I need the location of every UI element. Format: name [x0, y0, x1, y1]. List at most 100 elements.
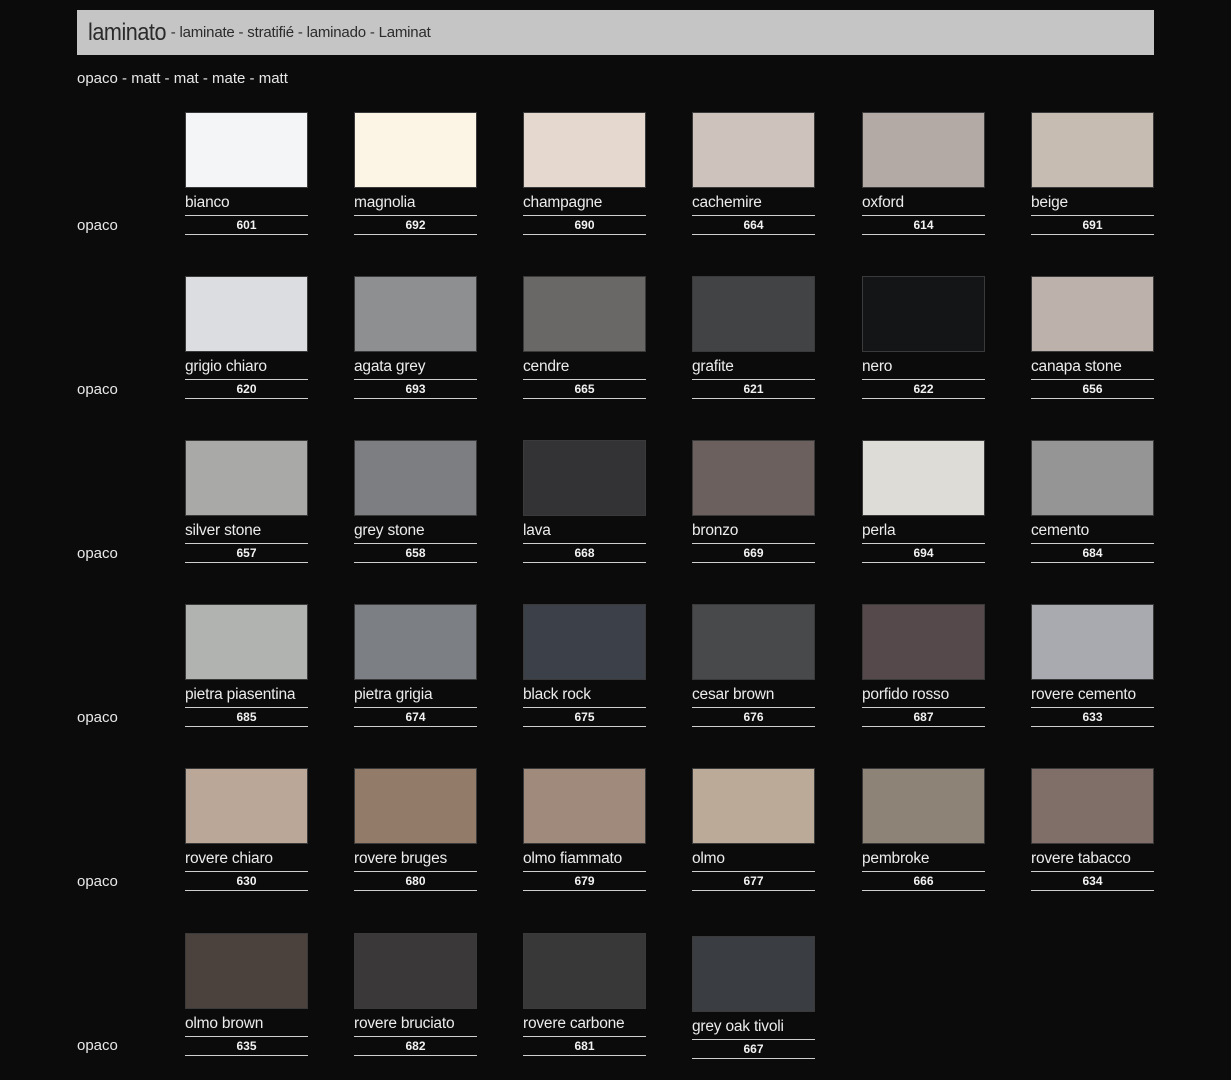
swatch-card: rovere chiaro 630 [185, 768, 308, 891]
swatch-code: 658 [354, 544, 477, 563]
swatch-card: rovere bruges 680 [354, 768, 477, 891]
swatch-chip [692, 276, 815, 352]
swatch-card: lava 668 [523, 440, 646, 563]
swatch-card: grigio chiaro 620 [185, 276, 308, 399]
swatch-chip [185, 933, 308, 1009]
swatch-card: perla 694 [862, 440, 985, 563]
header-subtitle: - laminate - stratifié - laminado - Lami… [170, 24, 431, 41]
swatch-code: 620 [185, 380, 308, 399]
swatch-name: grafite [692, 357, 815, 380]
swatch-code: 690 [523, 216, 646, 235]
swatch-card: olmo fiammato 679 [523, 768, 646, 891]
swatch-chip [523, 933, 646, 1009]
row-label: opaco [77, 1037, 118, 1054]
swatch-chip [185, 276, 308, 352]
swatch-card: silver stone 657 [185, 440, 308, 563]
swatch-code: 692 [354, 216, 477, 235]
swatch-card: cendre 665 [523, 276, 646, 399]
swatch-card: grafite 621 [692, 276, 815, 399]
swatch-card: rovere tabacco 634 [1031, 768, 1154, 891]
swatch-name: cesar brown [692, 685, 815, 708]
header-title: laminato [88, 18, 167, 46]
swatch-card: olmo brown 635 [185, 933, 308, 1056]
swatch-name: black rock [523, 685, 646, 708]
swatch-code: 633 [1031, 708, 1154, 727]
swatch-chip [862, 604, 985, 680]
swatch-code: 666 [862, 872, 985, 891]
swatch-chip [523, 604, 646, 680]
swatch-chip [862, 112, 985, 188]
section-header: laminato - laminate - stratifié - lamina… [77, 10, 1154, 55]
swatch-chip [1031, 440, 1154, 516]
swatch-chip [523, 768, 646, 844]
swatch-code: 680 [354, 872, 477, 891]
swatch-card: canapa stone 656 [1031, 276, 1154, 399]
swatch-code: 681 [523, 1037, 646, 1056]
swatch-name: rovere chiaro [185, 849, 308, 872]
swatch-card: cachemire 664 [692, 112, 815, 235]
swatch-code: 665 [523, 380, 646, 399]
swatch-code: 674 [354, 708, 477, 727]
swatch-chip [354, 768, 477, 844]
swatch-code: 621 [692, 380, 815, 399]
swatch-card: pembroke 666 [862, 768, 985, 891]
swatch-name: grey oak tivoli [692, 1017, 815, 1040]
swatch-name: rovere bruges [354, 849, 477, 872]
swatch-card: pietra grigia 674 [354, 604, 477, 727]
swatch-name: silver stone [185, 521, 308, 544]
swatch-code: 687 [862, 708, 985, 727]
swatch-card: olmo 677 [692, 768, 815, 891]
swatch-card: bianco 601 [185, 112, 308, 235]
swatch-card: agata grey 693 [354, 276, 477, 399]
swatch-card: oxford 614 [862, 112, 985, 235]
swatch-card: rovere bruciato 682 [354, 933, 477, 1056]
row-label: opaco [77, 873, 118, 890]
swatch-chip [692, 768, 815, 844]
swatch-card: pietra piasentina 685 [185, 604, 308, 727]
swatch-name: olmo brown [185, 1014, 308, 1037]
swatch-card: cesar brown 676 [692, 604, 815, 727]
swatch-code: 614 [862, 216, 985, 235]
swatch-name: rovere bruciato [354, 1014, 477, 1037]
row-label: opaco [77, 381, 118, 398]
swatch-name: porfido rosso [862, 685, 985, 708]
swatch-name: pietra piasentina [185, 685, 308, 708]
swatch-name: champagne [523, 193, 646, 216]
swatch-chip [862, 440, 985, 516]
swatch-name: rovere tabacco [1031, 849, 1154, 872]
row-label: opaco [77, 545, 118, 562]
swatch-name: grigio chiaro [185, 357, 308, 380]
swatch-chip [862, 768, 985, 844]
swatch-chip [692, 112, 815, 188]
swatch-name: cachemire [692, 193, 815, 216]
swatch-name: cendre [523, 357, 646, 380]
swatch-chip [692, 440, 815, 516]
swatch-chip [354, 276, 477, 352]
swatch-card: cemento 684 [1031, 440, 1154, 563]
swatch-card: champagne 690 [523, 112, 646, 235]
swatch-name: canapa stone [1031, 357, 1154, 380]
swatch-code: 694 [862, 544, 985, 563]
swatch-name: olmo fiammato [523, 849, 646, 872]
swatch-code: 676 [692, 708, 815, 727]
swatch-card: black rock 675 [523, 604, 646, 727]
swatch-code: 667 [692, 1040, 815, 1059]
swatch-code: 677 [692, 872, 815, 891]
swatch-name: cemento [1031, 521, 1154, 544]
swatch-name: rovere cemento [1031, 685, 1154, 708]
swatch-chip [1031, 768, 1154, 844]
swatch-code: 622 [862, 380, 985, 399]
swatch-name: agata grey [354, 357, 477, 380]
swatch-chip [354, 440, 477, 516]
swatch-chip [354, 604, 477, 680]
swatch-name: olmo [692, 849, 815, 872]
swatch-name: lava [523, 521, 646, 544]
swatch-code: 691 [1031, 216, 1154, 235]
row-label: opaco [77, 709, 118, 726]
swatch-chip [523, 112, 646, 188]
swatch-card: nero 622 [862, 276, 985, 399]
swatch-chip [862, 276, 985, 352]
swatch-code: 669 [692, 544, 815, 563]
swatch-card: bronzo 669 [692, 440, 815, 563]
swatch-name: magnolia [354, 193, 477, 216]
